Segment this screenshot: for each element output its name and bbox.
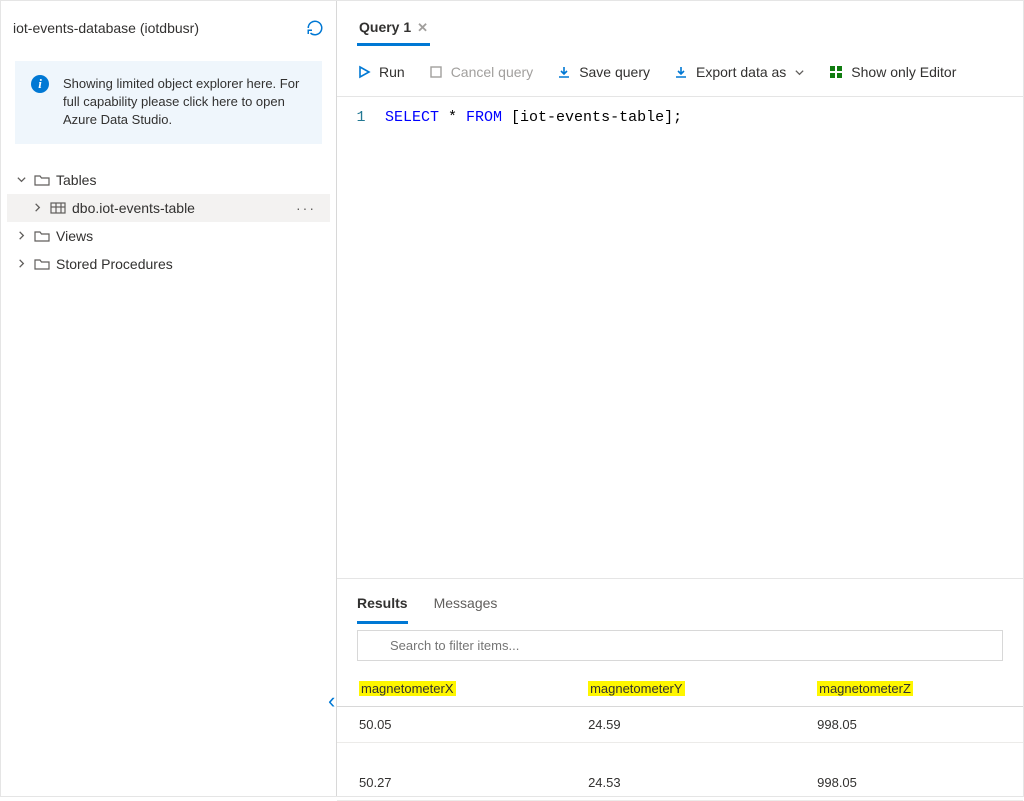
chevron-right-icon	[31, 201, 44, 214]
refresh-icon[interactable]	[306, 19, 324, 37]
show-only-editor-button[interactable]: Show only Editor	[829, 64, 956, 80]
toolbar: Run Cancel query Save query Export data …	[337, 46, 1023, 96]
chevron-right-icon	[15, 257, 28, 270]
chevron-down-icon	[15, 173, 28, 186]
tab-label: Query 1	[359, 19, 411, 35]
close-icon[interactable]: ✕	[417, 21, 428, 34]
tab-label: Messages	[434, 595, 498, 611]
tree-label: Stored Procedures	[56, 256, 173, 272]
button-label: Save query	[579, 64, 650, 80]
sql-editor[interactable]: 1 SELECT * FROM [iot-events-table];	[337, 96, 1023, 578]
cell: 50.05	[337, 707, 566, 743]
line-number-gutter: 1	[337, 107, 385, 578]
database-title: iot-events-database (iotdbusr)	[13, 20, 199, 36]
info-banner[interactable]: i Showing limited object explorer here. …	[15, 61, 322, 144]
column-header[interactable]: magnetometerY	[566, 671, 795, 707]
tab-results[interactable]: Results	[357, 595, 408, 624]
tab-messages[interactable]: Messages	[434, 595, 498, 624]
tree-label: dbo.iot-events-table	[72, 200, 195, 216]
table-row[interactable]: 50.05 24.59 998.05	[337, 707, 1023, 743]
folder-icon	[34, 229, 50, 243]
tree-label: Tables	[56, 172, 96, 188]
cell: 50.27	[337, 765, 566, 801]
cell: 24.53	[566, 765, 795, 801]
tree-node-stored-procedures[interactable]: Stored Procedures	[7, 250, 330, 278]
tree-node-table-item[interactable]: dbo.iot-events-table ···	[7, 194, 330, 222]
results-panel: ‹ Results Messages	[337, 578, 1023, 796]
button-label: Run	[379, 64, 405, 80]
export-data-button[interactable]: Export data as	[674, 64, 805, 80]
object-explorer-tree: Tables dbo.iot-events-table ···	[1, 166, 336, 278]
cell: 998.05	[795, 707, 1023, 743]
info-text: Showing limited object explorer here. Fo…	[63, 76, 299, 127]
chevron-left-icon[interactable]: ‹	[328, 688, 335, 714]
editor-tabs: Query 1 ✕	[337, 1, 1023, 46]
stop-icon	[429, 65, 443, 79]
tree-label: Views	[56, 228, 93, 244]
button-label: Export data as	[696, 64, 786, 80]
table-icon	[50, 201, 66, 215]
chevron-down-icon	[794, 67, 805, 78]
chevron-right-icon	[15, 229, 28, 242]
button-label: Cancel query	[451, 64, 534, 80]
main-panel: Query 1 ✕ Run Cancel query S	[337, 1, 1023, 796]
save-query-button[interactable]: Save query	[557, 64, 650, 80]
tab-query-1[interactable]: Query 1 ✕	[357, 13, 430, 46]
cell: 998.05	[795, 765, 1023, 801]
tree-node-views[interactable]: Views	[7, 222, 330, 250]
cell: 24.59	[566, 707, 795, 743]
column-header[interactable]: magnetometerZ	[795, 671, 1023, 707]
info-icon: i	[31, 75, 49, 93]
folder-icon	[34, 173, 50, 187]
play-icon	[357, 65, 371, 79]
run-button[interactable]: Run	[357, 64, 405, 80]
column-header[interactable]: magnetometerX	[337, 671, 566, 707]
filter-input[interactable]	[357, 630, 1003, 661]
download-icon	[674, 65, 688, 79]
line-number: 1	[337, 109, 385, 126]
tree-node-tables[interactable]: Tables	[7, 166, 330, 194]
cancel-query-button: Cancel query	[429, 64, 534, 80]
folder-icon	[34, 257, 50, 271]
sidebar: iot-events-database (iotdbusr) i Showing…	[1, 1, 337, 796]
grid-icon	[829, 65, 843, 79]
button-label: Show only Editor	[851, 64, 956, 80]
tab-label: Results	[357, 595, 408, 611]
more-icon[interactable]: ···	[296, 200, 322, 216]
table-row[interactable]: 50.27 24.53 998.05	[337, 765, 1023, 801]
results-table: magnetometerX magnetometerY magnetometer…	[337, 671, 1023, 801]
download-icon	[557, 65, 571, 79]
code-line: SELECT * FROM [iot-events-table];	[385, 107, 682, 578]
